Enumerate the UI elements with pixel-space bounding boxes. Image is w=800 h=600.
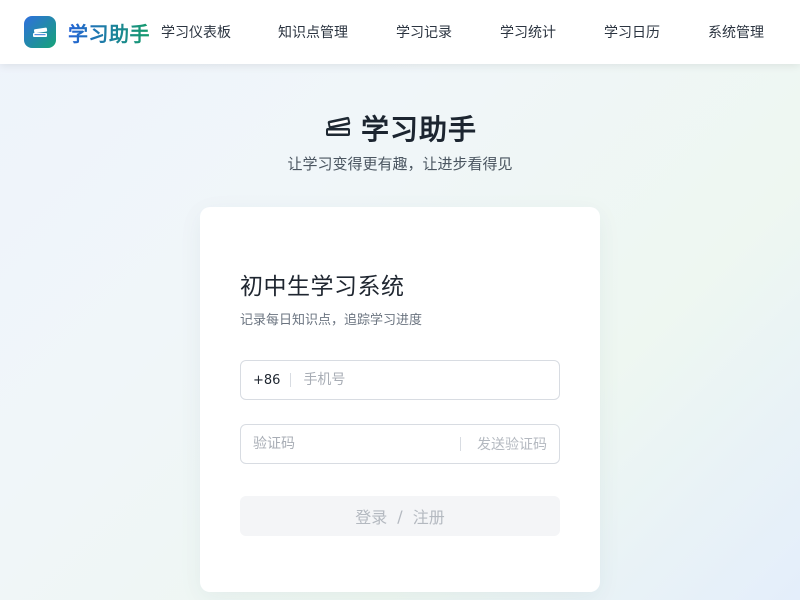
nav-system[interactable]: 系统管理: [708, 22, 764, 42]
verification-code-input[interactable]: [241, 425, 460, 463]
nav-calendar[interactable]: 学习日历: [604, 22, 660, 42]
login-subtitle: 记录每日知识点，追踪学习进度: [240, 313, 423, 328]
brand[interactable]: 学习助手: [24, 16, 150, 48]
brand-name: 学习助手: [68, 18, 150, 47]
books-icon: [24, 16, 56, 48]
login-register-button[interactable]: 登录 / 注册: [240, 496, 560, 536]
hero-subtitle: 让学习变得更有趣，让进步看得见: [287, 155, 513, 173]
country-code-prefix[interactable]: +86: [241, 373, 290, 388]
phone-field: +86: [240, 360, 560, 400]
phone-input[interactable]: [291, 361, 559, 399]
login-title: 初中生学习系统: [240, 274, 405, 300]
send-code-button[interactable]: 发送验证码: [461, 434, 559, 454]
books-icon: [323, 111, 353, 145]
nav-statistics[interactable]: 学习统计: [500, 22, 556, 42]
hero-title: 学习助手: [360, 113, 477, 146]
nav-dashboard[interactable]: 学习仪表板: [161, 22, 231, 42]
nav-knowledge[interactable]: 知识点管理: [278, 22, 348, 42]
login-label: 登录: [355, 508, 388, 527]
hero-heading: 学习助手: [0, 108, 800, 148]
code-field: 发送验证码: [240, 424, 560, 464]
register-label: 注册: [412, 508, 445, 527]
submit-separator: /: [397, 506, 403, 526]
nav-records[interactable]: 学习记录: [396, 22, 452, 42]
